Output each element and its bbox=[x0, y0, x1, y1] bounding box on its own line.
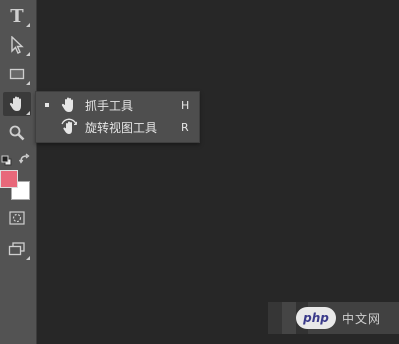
tools-panel: T bbox=[0, 0, 37, 344]
path-selection-icon bbox=[11, 36, 24, 54]
menu-item-label: 旋转视图工具 bbox=[85, 120, 158, 135]
tool-group-indicator bbox=[26, 81, 30, 85]
default-colors-button[interactable] bbox=[1, 151, 12, 166]
swap-colors-button[interactable] bbox=[18, 150, 31, 164]
menu-item-label: 抓手工具 bbox=[85, 98, 134, 113]
rectangle-tool[interactable] bbox=[3, 62, 31, 86]
screen-mode-icon bbox=[8, 242, 25, 256]
tool-group-indicator bbox=[26, 23, 30, 27]
menu-item-rotate-view-tool[interactable]: 旋转视图工具 R bbox=[36, 116, 199, 138]
rotate-view-icon bbox=[61, 118, 77, 134]
selected-bullet bbox=[45, 103, 49, 107]
quick-mask-button[interactable] bbox=[3, 206, 31, 230]
menu-item-hand-tool[interactable]: 抓手工具 H bbox=[36, 94, 199, 116]
zoom-tool[interactable] bbox=[3, 121, 31, 145]
screen-mode-button[interactable] bbox=[3, 237, 31, 261]
tool-group-indicator bbox=[26, 111, 30, 115]
tool-group-indicator bbox=[26, 52, 30, 56]
watermark-text: 中文网 bbox=[342, 312, 382, 326]
hand-tool[interactable] bbox=[3, 92, 31, 116]
zoom-tool-icon bbox=[9, 125, 25, 141]
menu-item-shortcut: R bbox=[181, 120, 189, 134]
php-watermark: php 中文网 bbox=[268, 296, 399, 340]
hand-tool-flyout-menu: 抓手工具 H 旋转视图工具 R bbox=[35, 91, 200, 143]
swap-colors-icon bbox=[18, 153, 30, 164]
type-tool-icon: T bbox=[10, 5, 24, 27]
php-logo: php bbox=[296, 307, 336, 329]
quick-mask-icon bbox=[9, 211, 25, 225]
rectangle-tool-icon bbox=[9, 68, 25, 80]
path-selection-tool[interactable] bbox=[3, 33, 31, 57]
tool-group-indicator bbox=[26, 256, 30, 260]
default-colors-icon bbox=[1, 155, 12, 166]
type-tool[interactable]: T bbox=[3, 4, 31, 28]
hand-tool-icon bbox=[9, 96, 21, 111]
menu-item-shortcut: H bbox=[181, 98, 190, 112]
hand-icon bbox=[61, 97, 73, 112]
foreground-color-swatch[interactable] bbox=[0, 170, 18, 188]
